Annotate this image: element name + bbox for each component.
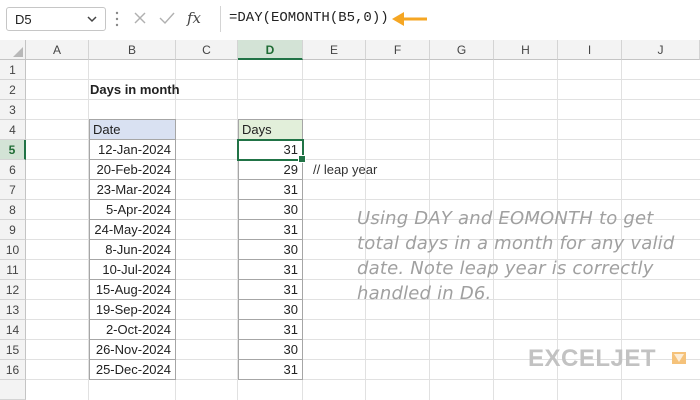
date-cell[interactable]: 2-Oct-2024 [89,320,176,340]
sheet-title[interactable]: Days in month [90,80,180,100]
explanation-note: Using DAY and EOMONTH to get total days … [357,208,675,304]
date-cell[interactable]: 10-Jul-2024 [89,260,176,280]
name-box-value: D5 [15,12,32,27]
days-cell[interactable]: 31 [238,180,303,200]
column-header-h[interactable]: H [494,40,558,60]
row-header-15[interactable]: 15 [0,340,26,360]
arrow-left-icon [392,12,427,26]
fill-handle[interactable] [298,155,306,163]
enter-icon[interactable] [159,11,175,25]
formula-actions: fx [125,7,217,31]
days-cell[interactable]: 31 [238,360,303,380]
name-box[interactable]: D5 [6,7,106,31]
column-header-j[interactable]: J [622,40,700,60]
row-header-17[interactable] [0,380,26,400]
date-cell[interactable]: 15-Aug-2024 [89,280,176,300]
column-header-e[interactable]: E [303,40,366,60]
days-cell[interactable]: 31 [238,320,303,340]
days-cell[interactable]: 31 [238,260,303,280]
date-cell[interactable]: 25-Dec-2024 [89,360,176,380]
days-cell[interactable]: 29 [238,160,303,180]
date-cell[interactable]: 19-Sep-2024 [89,300,176,320]
row-header-8[interactable]: 8 [0,200,26,220]
date-cell[interactable]: 5-Apr-2024 [89,200,176,220]
row-header-5[interactable]: 5 [0,140,26,160]
date-cell[interactable]: 23-Mar-2024 [89,180,176,200]
logo-mark-icon [672,352,686,364]
row-header-1[interactable]: 1 [0,60,26,80]
row-header-12[interactable]: 12 [0,280,26,300]
row-header-3[interactable]: 3 [0,100,26,120]
row-header-10[interactable]: 10 [0,240,26,260]
date-cell[interactable]: 20-Feb-2024 [89,160,176,180]
column-header-c[interactable]: C [176,40,238,60]
cancel-icon[interactable] [133,11,147,25]
date-cell[interactable]: 12-Jan-2024 [89,140,176,160]
row-header-14[interactable]: 14 [0,320,26,340]
column-header-b[interactable]: B [89,40,176,60]
date-cell[interactable]: 24-May-2024 [89,220,176,240]
row-header-4[interactable]: 4 [0,120,26,140]
row-header-2[interactable]: 2 [0,80,26,100]
column-header-g[interactable]: G [430,40,494,60]
formula-bar: D5 fx =DAY(EOMONTH(B5,0)) [0,0,700,41]
active-cell-border[interactable] [237,139,306,163]
days-cell[interactable]: 31 [238,220,303,240]
column-header-i[interactable]: I [558,40,622,60]
column-header-f[interactable]: F [366,40,430,60]
row-header-11[interactable]: 11 [0,260,26,280]
days-cell[interactable]: 30 [238,340,303,360]
days-cell[interactable]: 31 [238,280,303,300]
select-all-button[interactable] [0,40,26,60]
exceljet-logo: EXCELJET [528,345,688,375]
insert-function-button[interactable]: fx [187,9,201,27]
chevron-down-icon[interactable] [85,11,99,27]
row-header-16[interactable]: 16 [0,360,26,380]
date-header[interactable]: Date [89,119,176,140]
date-cell[interactable]: 26-Nov-2024 [89,340,176,360]
column-header-a[interactable]: A [26,40,89,60]
row-header-13[interactable]: 13 [0,300,26,320]
row-header-6[interactable]: 6 [0,160,26,180]
days-header[interactable]: Days [238,119,303,140]
days-cell[interactable]: 30 [238,240,303,260]
row-header-9[interactable]: 9 [0,220,26,240]
row-header-7[interactable]: 7 [0,180,26,200]
days-cell[interactable]: 30 [238,300,303,320]
more-options-icon [115,11,119,27]
spreadsheet-grid: A B C D E F G H I J 1 2 3 4 5 6 7 8 9 10… [0,40,700,400]
leap-year-comment[interactable]: // leap year [313,160,377,180]
date-cell[interactable]: 8-Jun-2024 [89,240,176,260]
formula-input[interactable]: =DAY(EOMONTH(B5,0)) [229,10,389,26]
logo-text: EXCELJET [528,345,657,372]
column-header-d[interactable]: D [238,40,303,60]
days-cell[interactable]: 30 [238,200,303,220]
formula-divider [220,6,221,32]
